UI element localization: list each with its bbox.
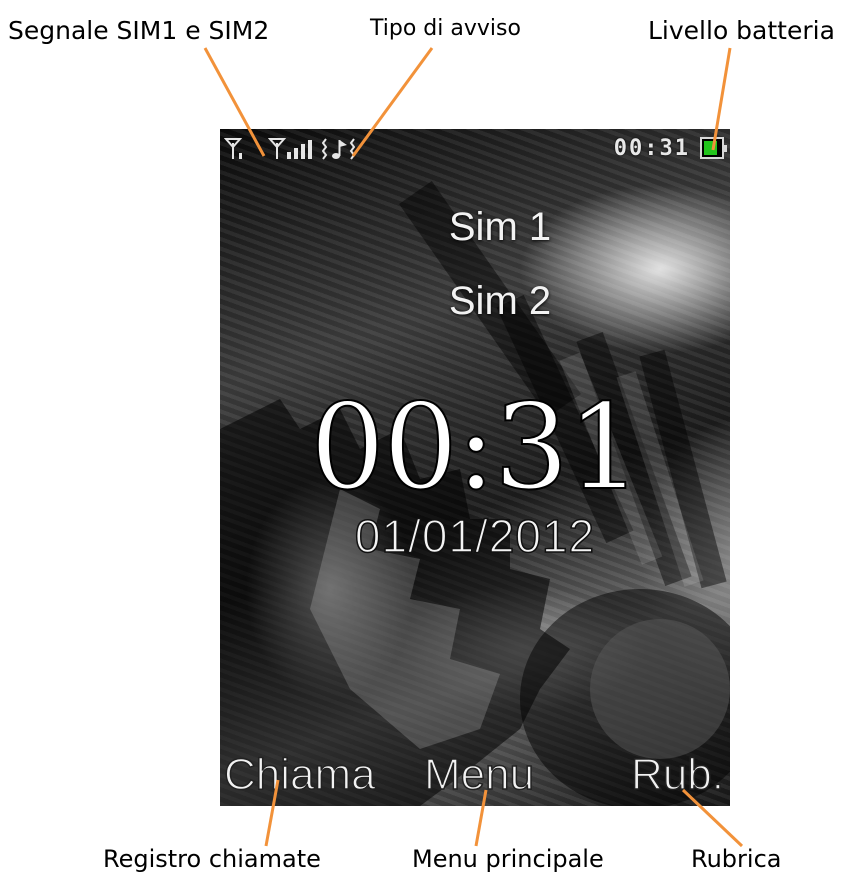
sim2-operator-label: Sim 2 (448, 279, 552, 323)
status-time: 00:31 (613, 136, 690, 161)
date-display: 01/01/2012 (354, 509, 596, 563)
main-clock: 00:31 (309, 377, 643, 517)
battery-fill (704, 141, 717, 155)
sim2-signal-icon (268, 138, 312, 159)
softkey-left-call[interactable]: Chiama (223, 749, 376, 800)
callout-phonebook: Rubrica (691, 845, 782, 873)
alert-type-icon (322, 138, 356, 160)
sim1-operator-label: Sim 1 (448, 205, 552, 249)
callout-battery: Livello batteria (648, 16, 835, 45)
battery-nub (724, 145, 727, 152)
callout-signal: Segnale SIM1 e SIM2 (8, 16, 270, 45)
softkey-right-phonebook[interactable]: Rub. (630, 749, 724, 800)
battery-icon (700, 137, 727, 159)
status-bar: 00:31 (220, 129, 730, 169)
phone-idle-screen: 00:31 Sim 1 Sim 2 00:31 01/01/2012 Chiam… (220, 129, 730, 806)
callout-alert-type: Tipo di avviso (370, 16, 521, 41)
sim1-signal-icon (224, 138, 243, 159)
callout-main-menu: Menu principale (412, 845, 604, 873)
callout-call-log: Registro chiamate (103, 845, 321, 873)
softkey-center-menu[interactable]: Menu (423, 749, 535, 800)
